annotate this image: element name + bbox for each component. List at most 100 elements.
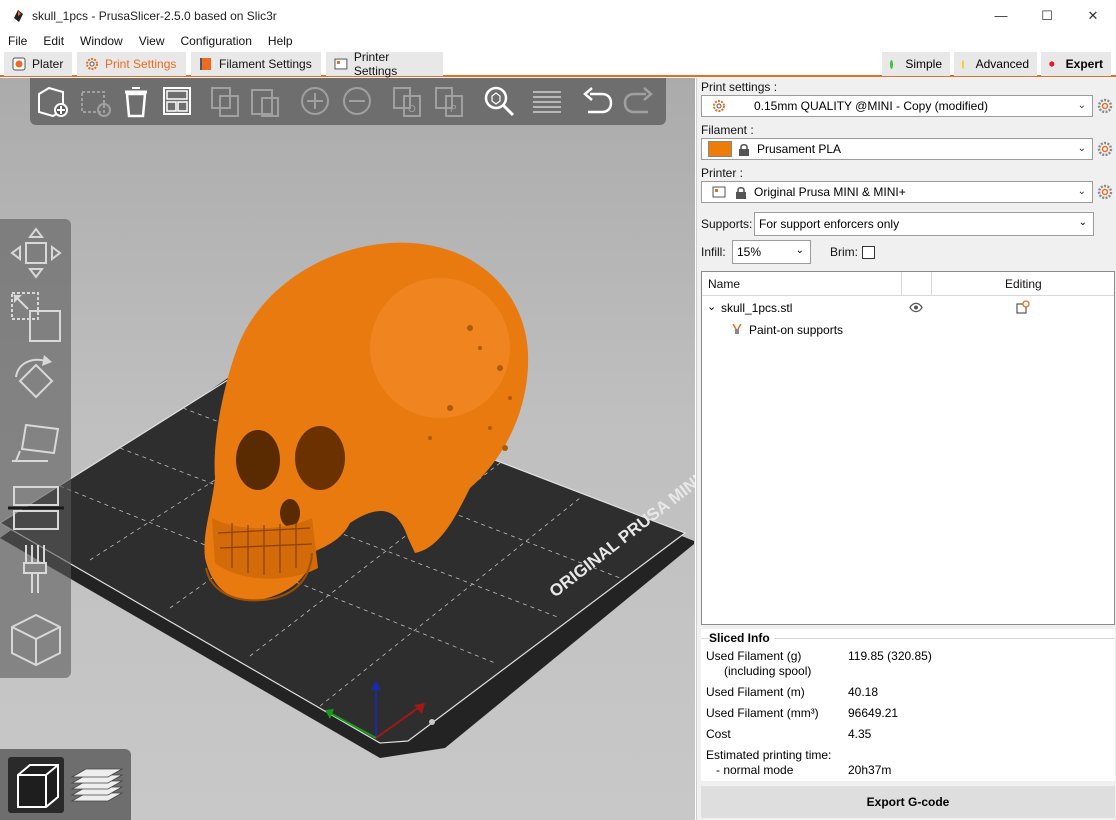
delete-object-icon[interactable] xyxy=(78,84,112,118)
paste-icon[interactable] xyxy=(248,84,282,118)
printer-combo[interactable]: Original Prusa MINI & MINI+ ⌄ xyxy=(701,181,1093,203)
menu-file[interactable]: File xyxy=(0,34,35,48)
print-settings-edit-gear-icon[interactable] xyxy=(1097,98,1113,114)
brim-checkbox[interactable] xyxy=(862,246,875,259)
chevron-down-icon: ⌄ xyxy=(795,245,804,256)
paint-supports-icon[interactable] xyxy=(8,541,64,597)
add-object-icon[interactable] xyxy=(35,84,69,118)
lock-icon xyxy=(736,186,746,199)
search-icon[interactable] xyxy=(482,84,516,118)
estimated-time-label: Estimated printing time: xyxy=(706,748,832,762)
infill-combo[interactable]: 15% ⌄ xyxy=(732,240,811,264)
object-name: skull_1pcs.stl xyxy=(721,301,793,315)
cost-value: 4.35 xyxy=(848,727,872,741)
col-name-header[interactable]: Name xyxy=(708,277,740,291)
preview-button[interactable] xyxy=(68,757,124,813)
view-cube-icon[interactable] xyxy=(8,611,64,667)
title-bar: skull_1pcs - PrusaSlicer-2.5.0 based on … xyxy=(0,0,1116,31)
print-settings-value: 0.15mm QUALITY @MINI - Copy (modified) xyxy=(754,99,989,113)
chevron-down-icon: ⌄ xyxy=(1077,143,1086,154)
print-settings-combo[interactable]: 0.15mm QUALITY @MINI - Copy (modified) ⌄ xyxy=(701,95,1093,117)
filament-value: Prusament PLA xyxy=(757,142,842,156)
tab-plater[interactable]: Plater xyxy=(4,52,72,76)
filament-color-swatch[interactable] xyxy=(708,141,732,157)
printer-edit-gear-icon[interactable] xyxy=(1097,184,1113,200)
mode-simple-label: Simple xyxy=(905,57,942,71)
eye-icon[interactable] xyxy=(909,302,923,313)
3d-viewport[interactable]: ORIGINAL PRUSA MINI O P xyxy=(0,78,695,820)
supports-combo[interactable]: For support enforcers only ⌄ xyxy=(754,212,1094,236)
simple-dot-icon xyxy=(890,59,894,69)
printer-label: Printer : xyxy=(701,166,744,180)
remove-instance-icon[interactable] xyxy=(340,84,374,118)
tab-print-settings[interactable]: Print Settings xyxy=(77,52,186,76)
export-gcode-button[interactable]: Export G-code xyxy=(701,786,1115,818)
col-editing-header[interactable]: Editing xyxy=(1005,277,1042,291)
cut-icon[interactable] xyxy=(8,479,64,535)
lock-icon xyxy=(739,143,749,156)
menu-edit[interactable]: Edit xyxy=(35,34,72,48)
used-filament-mm3-value: 96649.21 xyxy=(848,706,899,720)
object-row[interactable]: ⌄ skull_1pcs.stl xyxy=(702,298,1114,320)
used-filament-mm3-label: Used Filament (mm³) xyxy=(706,706,819,720)
infill-label: Infill: xyxy=(701,245,726,259)
layers-editing-icon[interactable] xyxy=(530,84,564,118)
tab-plater-label: Plater xyxy=(32,57,64,71)
mode-expert-button[interactable]: Expert xyxy=(1041,52,1111,76)
sidebar-panel: Print settings : 0.15mm QUALITY @MINI - … xyxy=(696,78,1116,820)
view-switch-toolbar xyxy=(0,749,131,820)
filament-combo[interactable]: Prusament PLA ⌄ xyxy=(701,138,1093,160)
copy-icon[interactable] xyxy=(208,84,242,118)
undo-icon[interactable] xyxy=(580,84,614,118)
gear-icon xyxy=(713,100,725,112)
paint-on-supports-label: Paint-on supports xyxy=(749,323,844,337)
chevron-down-icon: ⌄ xyxy=(1077,186,1086,197)
add-instance-icon[interactable] xyxy=(298,84,332,118)
tab-filament-settings-label: Filament Settings xyxy=(219,57,312,71)
menu-configuration[interactable]: Configuration xyxy=(173,34,260,48)
menu-help[interactable]: Help xyxy=(260,34,301,48)
edit-settings-icon[interactable] xyxy=(1016,300,1030,314)
menu-window[interactable]: Window xyxy=(72,34,131,48)
supports-label: Supports: xyxy=(701,217,753,231)
split-to-objects-icon[interactable]: O xyxy=(390,84,424,118)
tab-printer-settings[interactable]: Printer Settings xyxy=(326,50,443,78)
mode-expert-label: Expert xyxy=(1065,57,1103,71)
print-settings-label: Print settings : xyxy=(701,80,778,94)
place-on-face-icon[interactable] xyxy=(8,417,64,473)
scale-icon[interactable] xyxy=(8,289,64,345)
chevron-down-icon: ⌄ xyxy=(1078,217,1087,228)
split-to-parts-icon[interactable]: P xyxy=(432,84,466,118)
menu-view[interactable]: View xyxy=(131,34,173,48)
mode-advanced-button[interactable]: Advanced xyxy=(954,52,1037,76)
left-toolbar xyxy=(0,219,71,678)
3d-view-button[interactable] xyxy=(8,757,64,813)
close-button[interactable]: ✕ xyxy=(1070,0,1116,31)
sliced-info: Sliced Info Used Filament (g) (including… xyxy=(701,629,1115,781)
layers-stack-icon xyxy=(70,768,124,802)
filament-edit-gear-icon[interactable] xyxy=(1097,141,1113,157)
arrange-icon[interactable] xyxy=(160,84,194,118)
paint-supports-icon xyxy=(732,323,742,334)
redo-icon[interactable] xyxy=(622,84,656,118)
filament-spool-icon xyxy=(200,58,211,70)
used-filament-g-label: Used Filament (g) xyxy=(706,649,802,663)
move-icon[interactable] xyxy=(8,225,64,281)
svg-text:P: P xyxy=(450,104,457,115)
expand-chevron-icon[interactable]: ⌄ xyxy=(707,300,716,313)
chevron-down-icon: ⌄ xyxy=(1077,100,1086,111)
maximize-button[interactable]: ☐ xyxy=(1024,0,1070,31)
rotate-icon[interactable] xyxy=(8,353,64,409)
tab-printer-settings-label: Printer Settings xyxy=(353,50,398,78)
mode-simple-button[interactable]: Simple xyxy=(882,52,950,76)
prusaslicer-logo-icon xyxy=(14,9,23,22)
infill-value: 15% xyxy=(737,245,762,259)
object-sub-row[interactable]: Paint-on supports xyxy=(702,320,1114,342)
gear-icon xyxy=(86,58,98,70)
delete-all-icon[interactable] xyxy=(119,84,153,118)
minimize-button[interactable]: — xyxy=(978,0,1024,31)
3d-cube-icon xyxy=(17,764,59,808)
used-filament-m-label: Used Filament (m) xyxy=(706,685,805,699)
tab-filament-settings[interactable]: Filament Settings xyxy=(191,52,321,76)
plater-icon xyxy=(12,57,26,71)
